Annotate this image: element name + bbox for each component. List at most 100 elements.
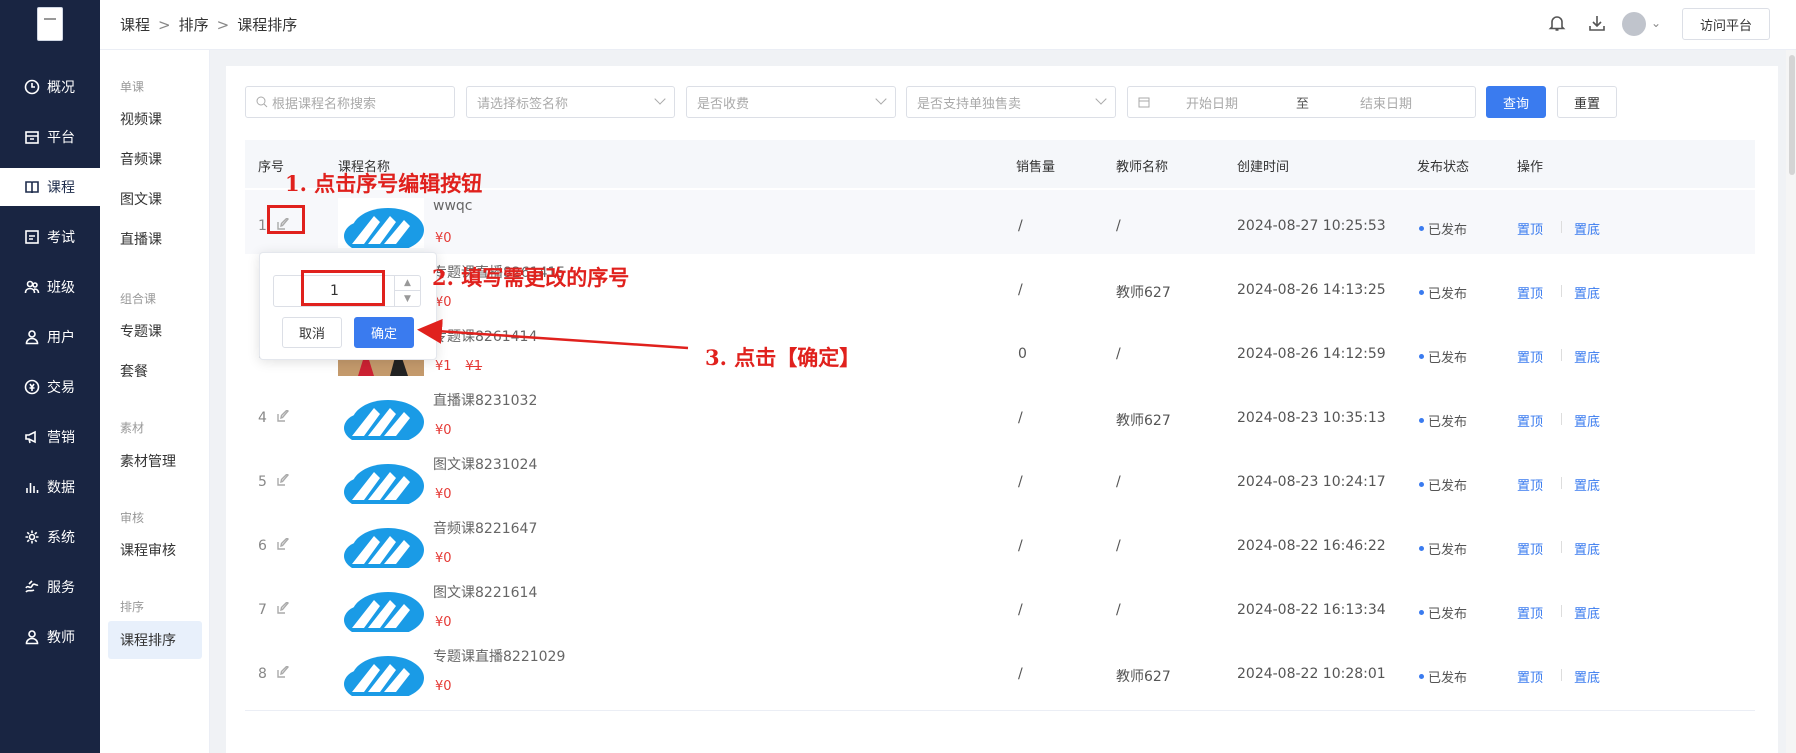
pin-top-button[interactable]: 置顶 bbox=[1517, 667, 1543, 686]
pin-top-button[interactable]: 置顶 bbox=[1517, 411, 1543, 430]
subnav-item-topic[interactable]: 专题课 bbox=[120, 321, 162, 341]
course-price: ¥0 bbox=[435, 423, 452, 438]
chevron-down-icon[interactable]: ⌄ bbox=[1651, 16, 1661, 30]
pin-top-button[interactable]: 置顶 bbox=[1517, 539, 1543, 558]
status-badge: 已发布 bbox=[1419, 411, 1467, 430]
edit-icon[interactable] bbox=[276, 601, 290, 616]
sidebar-item-gear[interactable]: 系统 bbox=[0, 518, 100, 556]
sidebar-item-group[interactable]: 班级 bbox=[0, 268, 100, 306]
breadcrumb-item-course[interactable]: 课程 bbox=[120, 14, 150, 35]
pin-top-button[interactable]: 置顶 bbox=[1517, 283, 1543, 302]
pin-bottom-button[interactable]: 置底 bbox=[1574, 411, 1600, 430]
download-icon[interactable] bbox=[1588, 14, 1608, 34]
teacher-name: / bbox=[1116, 346, 1121, 362]
search-input[interactable]: 根据课程名称搜索 bbox=[245, 86, 455, 118]
stepper-down-icon[interactable]: ▼ bbox=[394, 291, 420, 306]
edit-icon[interactable] bbox=[276, 409, 290, 424]
course-name: 直播课8231032 bbox=[433, 393, 538, 409]
edit-icon[interactable] bbox=[276, 665, 290, 680]
sidebar-item-service[interactable]: 服务 bbox=[0, 568, 100, 606]
chevron-down-icon bbox=[875, 93, 887, 105]
created-time: 2024-08-23 10:35:13 bbox=[1237, 410, 1386, 426]
sell-select[interactable]: 是否支持单独售卖 bbox=[906, 86, 1116, 118]
status-badge: 已发布 bbox=[1419, 219, 1467, 238]
sidebar-item-label: 考试 bbox=[47, 230, 75, 246]
chevron-right-icon: > bbox=[158, 15, 171, 34]
sales-count: 0 bbox=[1018, 346, 1027, 362]
scrollbar-thumb[interactable] bbox=[1789, 55, 1795, 175]
sidebar-item-book[interactable]: 课程 bbox=[0, 168, 100, 206]
pin-top-button[interactable]: 置顶 bbox=[1517, 475, 1543, 494]
sidebar-item-label: 服务 bbox=[47, 580, 75, 596]
user-icon bbox=[23, 328, 41, 346]
edit-icon[interactable] bbox=[276, 473, 290, 488]
cancel-button[interactable]: 取消 bbox=[282, 317, 342, 348]
subnav-item-video[interactable]: 视频课 bbox=[120, 109, 162, 129]
sidebar-item-label: 平台 bbox=[47, 130, 75, 146]
sidebar-item-user[interactable]: 用户 bbox=[0, 318, 100, 356]
price-value: ¥0 bbox=[435, 615, 452, 630]
status-badge: 已发布 bbox=[1419, 283, 1467, 302]
pin-bottom-button[interactable]: 置底 bbox=[1574, 347, 1600, 366]
sidebar-item-label: 营销 bbox=[47, 430, 75, 446]
query-button[interactable]: 查询 bbox=[1486, 86, 1546, 118]
teacher-name: 教师627 bbox=[1116, 669, 1171, 685]
pin-top-button[interactable]: 置顶 bbox=[1517, 219, 1543, 238]
sidebar-item-money[interactable]: 交易 bbox=[0, 368, 100, 406]
subnav: 单课 视频课 音频课 图文课 直播课 组合课 专题课 套餐 素材 素材管理 审核… bbox=[100, 50, 210, 753]
created-time: 2024-08-27 10:25:53 bbox=[1237, 218, 1386, 234]
sidebar-item-exam[interactable]: 考试 bbox=[0, 218, 100, 256]
tag-select[interactable]: 请选择标签名称 bbox=[466, 86, 675, 118]
sidebar-item-bar-chart[interactable]: 数据 bbox=[0, 468, 100, 506]
subnav-item-course-sort[interactable]: 课程排序 bbox=[108, 621, 202, 659]
bell-icon[interactable] bbox=[1548, 14, 1568, 34]
col-teacher: 教师名称 bbox=[1116, 160, 1169, 175]
pin-bottom-button[interactable]: 置底 bbox=[1574, 539, 1600, 558]
confirm-button[interactable]: 确定 bbox=[354, 317, 414, 348]
pin-top-button[interactable]: 置顶 bbox=[1517, 347, 1543, 366]
created-time: 2024-08-26 14:12:59 bbox=[1237, 346, 1386, 362]
action-divider bbox=[1561, 605, 1562, 617]
avatar[interactable] bbox=[1622, 12, 1646, 36]
subnav-item-material[interactable]: 素材管理 bbox=[120, 451, 176, 471]
subnav-item-review[interactable]: 课程审核 bbox=[120, 540, 176, 560]
pin-top-button[interactable]: 置顶 bbox=[1517, 603, 1543, 622]
sidebar-item-label: 班级 bbox=[47, 280, 75, 296]
subnav-item-audio[interactable]: 音频课 bbox=[120, 149, 162, 169]
subnav-group-title: 单课 bbox=[120, 80, 145, 94]
action-divider bbox=[1561, 541, 1562, 553]
charge-select[interactable]: 是否收费 bbox=[686, 86, 896, 118]
edit-icon[interactable] bbox=[276, 537, 290, 552]
money-icon bbox=[23, 378, 41, 396]
reset-button[interactable]: 重置 bbox=[1557, 86, 1617, 118]
subnav-item-article[interactable]: 图文课 bbox=[120, 189, 162, 209]
pin-bottom-button[interactable]: 置底 bbox=[1574, 603, 1600, 622]
date-range-picker[interactable]: 开始日期 至 结束日期 bbox=[1127, 86, 1476, 118]
course-thumbnail bbox=[338, 198, 424, 248]
sidebar-item-clock[interactable]: 概况 bbox=[0, 68, 100, 106]
annotation-step3: 3. 点击【确定】 bbox=[705, 345, 861, 370]
row-index: 8 bbox=[258, 666, 267, 682]
col-index: 序号 bbox=[258, 160, 285, 175]
price-value: ¥0 bbox=[435, 679, 452, 694]
pin-bottom-button[interactable]: 置底 bbox=[1574, 283, 1600, 302]
pin-bottom-button[interactable]: 置底 bbox=[1574, 219, 1600, 238]
teacher-name: / bbox=[1116, 538, 1121, 554]
stepper-up-icon[interactable]: ▲ bbox=[394, 276, 420, 291]
pin-bottom-button[interactable]: 置底 bbox=[1574, 475, 1600, 494]
action-divider bbox=[1561, 477, 1562, 489]
breadcrumb-item-sort[interactable]: 排序 bbox=[179, 14, 209, 35]
subnav-item-package[interactable]: 套餐 bbox=[120, 361, 148, 381]
sidebar-item-teacher[interactable]: 教师 bbox=[0, 618, 100, 656]
book-icon bbox=[23, 178, 41, 196]
sidebar-item-megaphone[interactable]: 营销 bbox=[0, 418, 100, 456]
service-icon bbox=[23, 578, 41, 596]
sidebar-item-store[interactable]: 平台 bbox=[0, 118, 100, 156]
created-time: 2024-08-22 10:28:01 bbox=[1237, 666, 1386, 682]
course-price: ¥0 bbox=[435, 295, 452, 310]
visit-platform-button[interactable]: 访问平台 bbox=[1682, 8, 1770, 40]
pin-bottom-button[interactable]: 置底 bbox=[1574, 667, 1600, 686]
subnav-item-live[interactable]: 直播课 bbox=[120, 229, 162, 249]
created-time: 2024-08-22 16:13:34 bbox=[1237, 602, 1386, 618]
price-value: ¥0 bbox=[435, 487, 452, 502]
